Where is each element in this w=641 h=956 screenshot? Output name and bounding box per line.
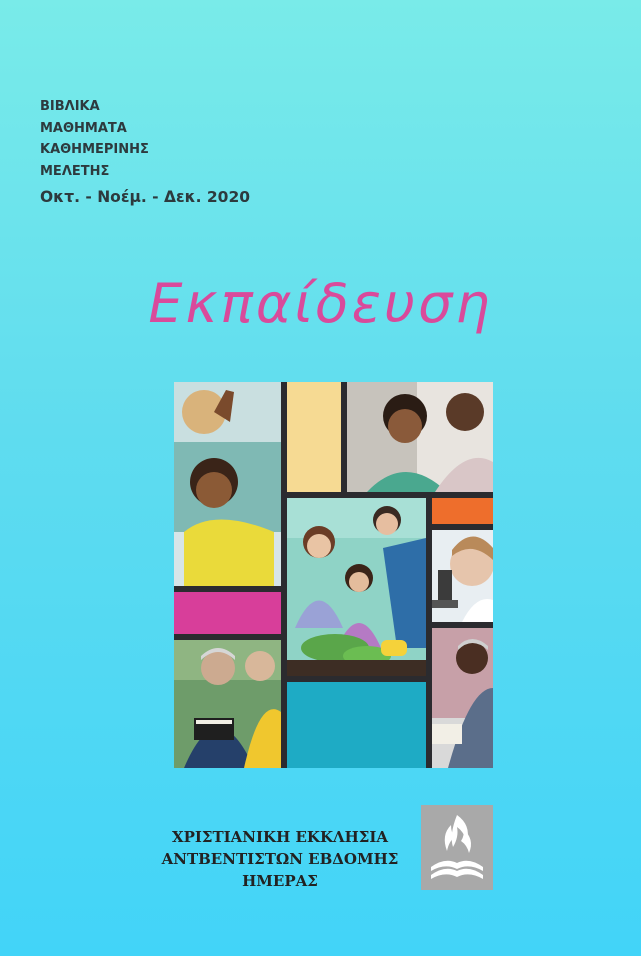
quarter-dates: Οκτ. - Νοέμ. - Δεκ. 2020: [40, 188, 251, 206]
series-line-3: ΚΑΘΗΜΕΡΙΝΗΣ: [40, 142, 149, 157]
org-line-2: ΑΝΤΒΕΝΤΙΣΤΩΝ ΕΒΔΟΜΗΣ: [161, 850, 399, 868]
color-block-magenta: [174, 592, 281, 634]
color-block-teal: [287, 682, 426, 768]
color-block-yellow: [287, 382, 341, 492]
adventist-flame-book-icon: [421, 805, 493, 890]
series-line-1: ΒΙΒΛΙΚΑ: [40, 99, 100, 114]
series-line-2: ΜΑΘΗΜΑΤΑ: [40, 120, 127, 136]
org-line-3: ΗΜΕΡΑΣ: [242, 872, 318, 890]
organization-name: ΧΡΙΣΤΙΑΝΙΚΗ ΕΚΚΛΗΣΙΑ ΑΝΤΒΕΝΤΙΣΤΩΝ ΕΒΔΟΜΗ…: [160, 826, 400, 892]
photo-student-microscope: [432, 530, 493, 622]
photo-seniors-reading: [174, 640, 281, 768]
photo-boy-with-teacher: [347, 382, 493, 492]
series-line-4: ΜΕΛΕΤΗΣ: [40, 163, 110, 179]
series-title: ΒΙΒΛΙΚΑ ΜΑΘΗΜΑΤΑ ΚΑΘΗΜΕΡΙΝΗΣ ΜΕΛΕΤΗΣ: [40, 96, 149, 182]
org-line-1: ΧΡΙΣΤΙΑΝΙΚΗ ΕΚΚΛΗΣΙΑ: [171, 828, 389, 846]
photo-elderly-man-reading: [432, 628, 493, 768]
color-block-orange: [432, 498, 493, 524]
photo-students-with-plants: [287, 498, 426, 676]
cover-title: Εκπαίδευση: [148, 272, 493, 335]
photo-collage: [174, 382, 493, 768]
photo-child-raising-hand: [174, 382, 281, 586]
